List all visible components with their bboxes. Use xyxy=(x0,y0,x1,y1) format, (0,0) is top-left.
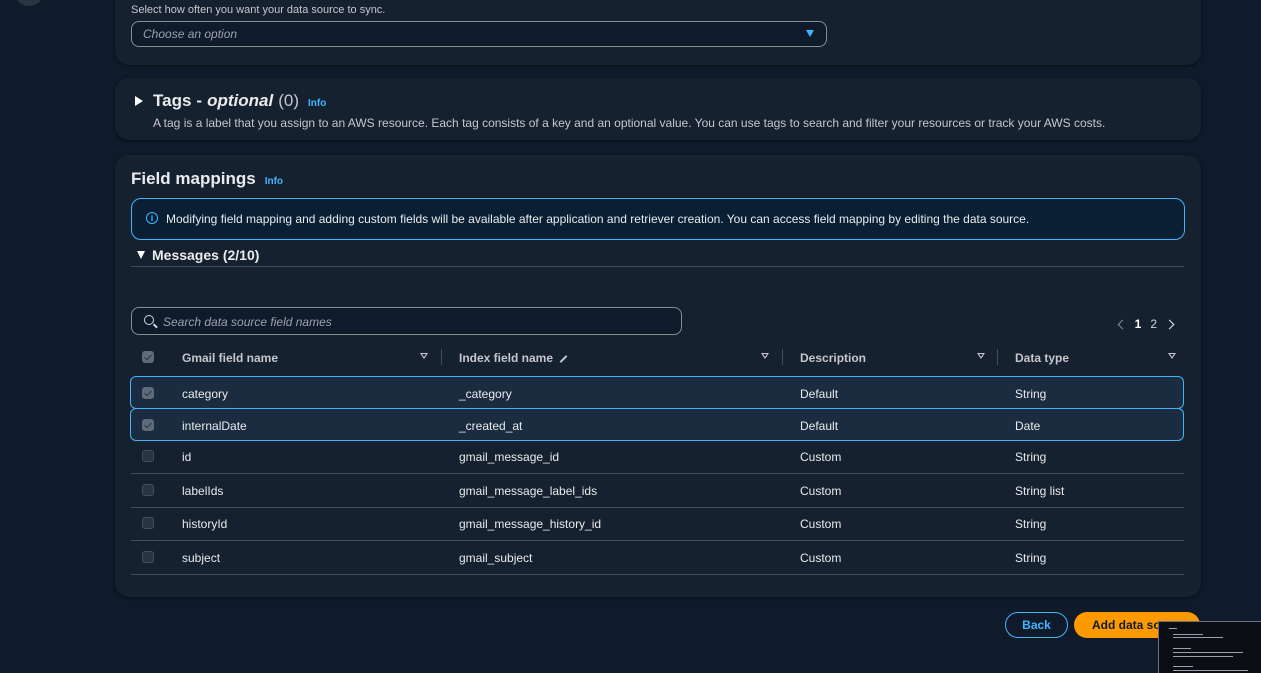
table-row[interactable]: subject gmail_subject Custom String xyxy=(131,541,1184,575)
field-search-input[interactable]: Search data source field names xyxy=(131,307,682,335)
gmail-field-cell: labelIds xyxy=(182,484,224,498)
description-cell: Custom xyxy=(800,517,842,531)
data-type-cell: Date xyxy=(1015,419,1041,433)
tags-expand-toggle[interactable]: Tags - optional (0) Info xyxy=(135,91,326,111)
data-type-cell: String xyxy=(1015,387,1047,401)
chevron-left-icon[interactable] xyxy=(1117,319,1128,329)
field-mappings-header: Field mappings Info xyxy=(131,169,283,189)
caret-right-icon xyxy=(135,96,143,106)
gmail-field-cell: internalDate xyxy=(182,419,247,433)
gmail-field-cell: subject xyxy=(182,551,221,565)
search-icon xyxy=(144,315,154,325)
data-type-cell: String xyxy=(1015,450,1047,464)
alert-message: Modifying field mapping and adding custo… xyxy=(166,212,1030,226)
page-1-button[interactable]: 1 xyxy=(1135,317,1142,331)
description-cell: Default xyxy=(800,387,839,401)
table-row[interactable]: internalDate _created_at Default Date xyxy=(130,408,1184,441)
caret-down-icon xyxy=(806,30,814,37)
caret-down-icon xyxy=(137,251,145,259)
column-header-index-field[interactable]: Index field name xyxy=(459,351,568,365)
description-cell: Default xyxy=(800,419,839,433)
back-button[interactable]: Back xyxy=(1005,612,1068,638)
table-row[interactable]: category _category Default String xyxy=(130,376,1184,409)
info-alert: i Modifying field mapping and adding cus… xyxy=(131,198,1185,240)
select-all-checkbox[interactable] xyxy=(142,351,154,363)
section-divider xyxy=(131,266,1184,267)
messages-expand-toggle[interactable]: Messages (2/10) xyxy=(137,247,259,263)
pagination: 1 2 xyxy=(1115,317,1177,331)
index-field-cell: gmail_message_id xyxy=(459,450,560,464)
table-row[interactable]: historyId gmail_message_history_id Custo… xyxy=(131,507,1184,541)
index-field-cell: _created_at xyxy=(459,419,523,433)
tags-title: Tags xyxy=(153,91,192,110)
nav-toggle-button[interactable] xyxy=(14,0,44,6)
row-checkbox[interactable] xyxy=(142,517,154,529)
row-checkbox[interactable] xyxy=(142,484,154,496)
field-mappings-panel: Field mappings Info i Modifying field ma… xyxy=(115,155,1201,597)
field-mappings-info-link[interactable]: Info xyxy=(265,176,283,187)
tags-count: (0) xyxy=(278,91,299,110)
sort-icon[interactable] xyxy=(761,353,769,359)
tags-info-link[interactable]: Info xyxy=(308,98,326,109)
sync-frequency-select[interactable]: Choose an option xyxy=(131,21,827,47)
column-header-gmail-field[interactable]: Gmail field name xyxy=(182,351,278,365)
index-field-cell: gmail_message_label_ids xyxy=(459,484,598,498)
column-header-description[interactable]: Description xyxy=(800,351,866,365)
edit-icon xyxy=(559,354,568,363)
gmail-field-cell: id xyxy=(182,450,192,464)
page-2-button[interactable]: 2 xyxy=(1150,317,1157,331)
sort-icon[interactable] xyxy=(1168,353,1176,359)
tags-description: A tag is a label that you assign to an A… xyxy=(153,116,1106,130)
row-checkbox[interactable] xyxy=(142,387,154,399)
sync-description: Select how often you want your data sour… xyxy=(131,4,386,16)
column-separator xyxy=(782,349,783,365)
row-checkbox[interactable] xyxy=(142,450,154,462)
tags-panel: Tags - optional (0) Info A tag is a labe… xyxy=(115,78,1201,140)
column-separator xyxy=(997,349,998,365)
tags-dash: - xyxy=(196,91,203,110)
index-field-cell: gmail_message_history_id xyxy=(459,517,602,531)
table-header: Gmail field name Index field name Descri… xyxy=(131,345,1184,369)
row-checkbox[interactable] xyxy=(142,419,154,431)
description-cell: Custom xyxy=(800,484,842,498)
index-field-cell: gmail_subject xyxy=(459,551,533,565)
table-row[interactable]: labelIds gmail_message_label_ids Custom … xyxy=(131,474,1184,508)
sort-icon[interactable] xyxy=(977,353,985,359)
search-placeholder: Search data source field names xyxy=(163,315,332,329)
data-type-cell: String list xyxy=(1015,484,1065,498)
description-cell: Custom xyxy=(800,450,842,464)
select-placeholder: Choose an option xyxy=(143,27,238,41)
index-field-cell: _category xyxy=(459,387,512,401)
screen-preview-thumbnail xyxy=(1158,621,1261,673)
table-row[interactable]: id gmail_message_id Custom String xyxy=(131,440,1184,474)
gmail-field-cell: category xyxy=(182,387,229,401)
data-type-cell: String xyxy=(1015,551,1047,565)
tags-optional-label: optional xyxy=(207,91,274,110)
info-icon: i xyxy=(146,212,158,224)
row-checkbox[interactable] xyxy=(142,551,154,563)
sync-frequency-panel: Select how often you want your data sour… xyxy=(115,0,1201,65)
messages-section-title: Messages (2/10) xyxy=(152,247,260,263)
gmail-field-cell: historyId xyxy=(182,517,228,531)
field-mappings-title: Field mappings xyxy=(131,169,256,188)
data-type-cell: String xyxy=(1015,517,1047,531)
sort-icon[interactable] xyxy=(420,353,428,359)
chevron-right-icon[interactable] xyxy=(1164,319,1175,329)
description-cell: Custom xyxy=(800,551,842,565)
column-separator xyxy=(441,349,442,365)
column-header-data-type[interactable]: Data type xyxy=(1015,351,1069,365)
